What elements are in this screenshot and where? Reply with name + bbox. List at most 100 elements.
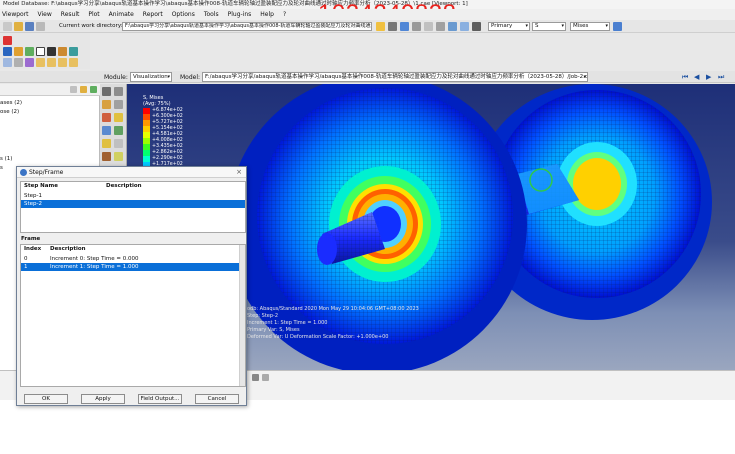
xy-data-icon[interactable]	[102, 126, 111, 135]
save-icon[interactable]	[25, 22, 34, 31]
module-combo[interactable]: Visualization	[130, 72, 172, 82]
cut-plane-icon[interactable]	[102, 139, 111, 148]
apply-button[interactable]: Apply	[81, 394, 125, 404]
pan-icon[interactable]	[412, 22, 421, 31]
path-icon[interactable]	[114, 126, 123, 135]
previous-frame-icon[interactable]: ◀	[694, 73, 699, 81]
info-step: Step: Step-2	[247, 313, 279, 319]
animate-icon[interactable]	[114, 113, 123, 122]
text-annotation-icon[interactable]	[36, 47, 45, 56]
step-list[interactable]: Step Name Description Step-1 Step-2	[20, 181, 246, 233]
dialog-close-icon[interactable]: ×	[236, 167, 242, 178]
zoom-icon[interactable]	[424, 22, 433, 31]
render-icon[interactable]	[36, 58, 45, 67]
tree-toolbar	[0, 84, 100, 96]
deformed-icon[interactable]	[114, 87, 123, 96]
views-icon[interactable]	[3, 47, 12, 56]
menu-help[interactable]: Help	[260, 11, 274, 18]
tree-collapse-icon[interactable]	[90, 86, 97, 93]
step-col-description: Description	[106, 183, 142, 189]
tree-item-s1[interactable]: s (1)	[0, 156, 12, 162]
query-icon[interactable]	[388, 22, 397, 31]
rotate-icon[interactable]	[400, 22, 409, 31]
dialog-title: Step/Frame	[29, 169, 64, 176]
frame-index: 0	[24, 256, 28, 262]
frame-row-1[interactable]: 1 Increment 1: Step Time = 1.000	[21, 263, 245, 271]
menu-result[interactable]: Result	[61, 11, 80, 18]
material-orient-icon[interactable]	[102, 113, 111, 122]
select-tool-icon[interactable]	[14, 58, 23, 67]
cancel-button[interactable]: Cancel	[195, 394, 239, 404]
box-zoom-icon[interactable]	[436, 22, 445, 31]
arrow-annotation-icon[interactable]	[47, 47, 56, 56]
perspective-icon[interactable]	[472, 22, 481, 31]
transparency-icon[interactable]	[69, 58, 78, 67]
auto-fit-icon[interactable]	[448, 22, 457, 31]
color-code-icon[interactable]	[58, 58, 67, 67]
folder-icon[interactable]	[376, 22, 385, 31]
open-folder-icon[interactable]	[14, 22, 23, 31]
menu-plugins[interactable]: Plug-ins	[228, 11, 252, 18]
work-dir-path[interactable]: F:\abaqus学习分享\abaqus轨道基本操作学习\abaqus基本操作0…	[122, 22, 372, 31]
menu-tools[interactable]: Tools	[204, 11, 219, 18]
common-options-icon[interactable]	[102, 152, 111, 161]
secondary-toolbar	[0, 33, 90, 69]
step-row-1[interactable]: Step-1	[21, 192, 245, 200]
first-frame-icon[interactable]: ⏮	[682, 73, 688, 82]
menu-options[interactable]: Options	[172, 11, 195, 18]
menu-whats-this[interactable]: ?	[283, 11, 286, 18]
tree-item-s[interactable]: s	[0, 165, 3, 171]
lighting-icon[interactable]	[47, 58, 56, 67]
undeformed-icon[interactable]	[102, 87, 111, 96]
wireframe-icon[interactable]	[69, 47, 78, 56]
menu-plot[interactable]: Plot	[88, 11, 99, 18]
new-file-icon[interactable]	[3, 22, 12, 31]
frame-description: Increment 0: Step Time = 0.000	[50, 256, 139, 262]
component-combo[interactable]: S	[532, 22, 566, 31]
step-col-name: Step Name	[24, 183, 58, 189]
menu-view[interactable]: View	[38, 11, 52, 18]
primary-combo[interactable]: Primary	[488, 22, 530, 31]
menu-viewport[interactable]: Viewport	[2, 11, 29, 18]
dialog-title-bar: Step/Frame ×	[17, 167, 246, 178]
display-group-icon[interactable]	[25, 47, 34, 56]
shaded-icon[interactable]	[58, 47, 67, 56]
ok-button[interactable]: OK	[24, 394, 68, 404]
last-frame-icon[interactable]: ⏭	[718, 73, 724, 82]
step-row-2[interactable]: Step-2	[21, 200, 245, 208]
invariant-combo[interactable]: Mises	[570, 22, 610, 31]
menu-report[interactable]: Report	[143, 11, 163, 18]
step-list-header: Step Name Description	[21, 182, 245, 191]
select-arrow-icon[interactable]	[3, 36, 12, 45]
legend-subtitle: (Avg: 75%)	[143, 101, 171, 107]
top-toolbar: Current work directory: F:\abaqus学习分享\ab…	[0, 20, 735, 33]
viewport-info-block: odb: Abaqus/Standard 2020 Mon May 29 10:…	[247, 306, 419, 341]
cut-icon[interactable]	[14, 47, 23, 56]
view-cube-icon[interactable]	[460, 22, 469, 31]
frame-col-index: Index	[24, 246, 42, 252]
symbol-icon[interactable]	[114, 100, 123, 109]
prompt-clear-icon[interactable]	[262, 374, 269, 381]
next-frame-icon[interactable]: ▶	[706, 73, 711, 81]
tree-filter-icon[interactable]	[70, 86, 77, 93]
frame-list-scrollbar[interactable]	[239, 245, 245, 386]
tree-expand-icon[interactable]	[80, 86, 87, 93]
menu-animate[interactable]: Animate	[109, 11, 134, 18]
field-output-button[interactable]: Field Output...	[138, 394, 182, 404]
tree-item-cases[interactable]: ases (2)	[0, 100, 22, 106]
info-increment: Increment 1: Step Time = 1.000	[247, 320, 328, 326]
options-icon[interactable]	[114, 139, 123, 148]
zoom-tool-icon[interactable]	[3, 58, 12, 67]
swap-icon[interactable]	[613, 22, 622, 31]
model-combo[interactable]: F:/abaqus学习分享/abaqus轨道基本操作学习/abaqus基本操作0…	[202, 72, 588, 82]
frame-row-0[interactable]: 0 Increment 0: Step Time = 0.000	[21, 255, 245, 263]
print-icon[interactable]	[36, 22, 45, 31]
tree-item-close[interactable]: ose (2)	[0, 109, 19, 115]
frame-list[interactable]: Index Description 0 Increment 0: Step Ti…	[20, 244, 246, 387]
info-primary-var: Primary Var: S, Mises	[247, 327, 300, 333]
cube-icon[interactable]	[25, 58, 34, 67]
prompt-icon[interactable]	[252, 374, 259, 381]
superimpose-icon[interactable]	[114, 152, 123, 161]
model-label: Model:	[180, 74, 201, 81]
contour-icon[interactable]	[102, 100, 111, 109]
